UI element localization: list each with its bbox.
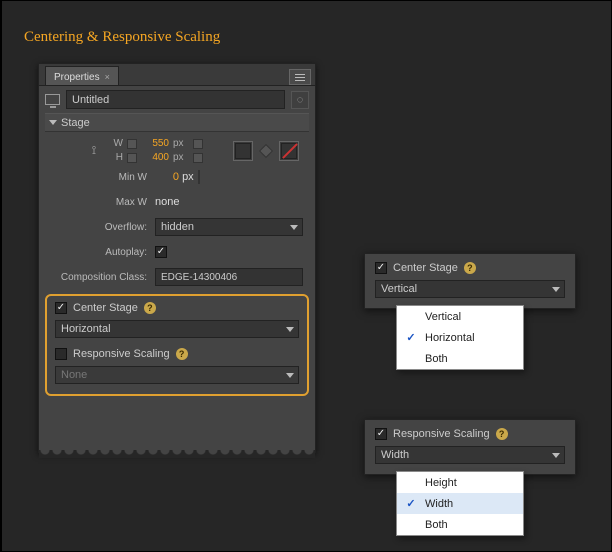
- check-icon: [397, 331, 425, 344]
- stage-label: Stage: [61, 117, 90, 129]
- responsive-select[interactable]: Width: [375, 446, 565, 464]
- option-height[interactable]: Height: [397, 472, 523, 493]
- width-label: W: [109, 138, 123, 149]
- panel-menu-icon[interactable]: [289, 69, 311, 85]
- diamond-icon[interactable]: [259, 143, 273, 157]
- document-title-input[interactable]: [66, 90, 285, 109]
- center-stage-select[interactable]: Horizontal: [55, 320, 299, 338]
- center-responsive-section: Center Stage ? Horizontal Responsive Sca…: [45, 294, 309, 396]
- overflow-value: hidden: [161, 221, 194, 233]
- autoplay-checkbox[interactable]: [155, 246, 167, 258]
- option-width[interactable]: Width: [397, 493, 523, 514]
- constrain-icon[interactable]: ⟟: [85, 143, 103, 158]
- center-stage-label: Center Stage: [393, 262, 458, 274]
- maxw-value[interactable]: none: [155, 196, 179, 208]
- responsive-label: Responsive Scaling: [73, 348, 170, 360]
- width-value[interactable]: 550: [141, 138, 169, 149]
- responsive-checkbox[interactable]: [375, 428, 387, 440]
- chevron-down-icon: [286, 327, 294, 332]
- stage-icon: [45, 94, 60, 105]
- maxw-label: Max W: [45, 197, 155, 208]
- chevron-down-icon: [290, 225, 298, 230]
- overflow-select[interactable]: hidden: [155, 218, 303, 236]
- autoplay-label: Autoplay:: [45, 247, 155, 258]
- center-stage-checkbox[interactable]: [375, 262, 387, 274]
- option-horizontal[interactable]: Horizontal: [397, 327, 523, 348]
- center-stage-checkbox[interactable]: [55, 302, 67, 314]
- center-stage-value: Vertical: [381, 283, 417, 295]
- chevron-down-icon: [552, 453, 560, 458]
- help-icon[interactable]: ?: [176, 348, 188, 360]
- responsive-popover: Responsive Scaling ? Width: [364, 419, 576, 475]
- panel-tabbar: Properties ×: [39, 64, 315, 86]
- close-icon[interactable]: ×: [105, 72, 110, 82]
- minw-value[interactable]: 0: [155, 171, 179, 183]
- responsive-checkbox[interactable]: [55, 348, 67, 360]
- no-fill-swatch[interactable]: [279, 141, 299, 161]
- minw-label: Min W: [45, 172, 155, 183]
- responsive-label: Responsive Scaling: [393, 428, 490, 440]
- bg-color-swatch[interactable]: [233, 141, 253, 161]
- tab-label: Properties: [54, 72, 100, 83]
- target-icon[interactable]: ◌: [291, 91, 309, 109]
- responsive-value: Width: [381, 449, 409, 461]
- stage-section-header[interactable]: Stage: [45, 113, 309, 132]
- minw-unit: px: [182, 171, 194, 183]
- page-title: Centering & Responsive Scaling: [24, 29, 220, 46]
- center-stage-label: Center Stage: [73, 302, 138, 314]
- width-keyframe-chip[interactable]: [127, 139, 137, 149]
- responsive-dropdown[interactable]: Height Width Both: [396, 471, 524, 536]
- responsive-value: None: [61, 369, 87, 381]
- width-toggle-chip[interactable]: [193, 139, 203, 149]
- height-toggle-chip[interactable]: [193, 153, 203, 163]
- center-stage-dropdown[interactable]: Vertical Horizontal Both: [396, 305, 524, 370]
- center-stage-select[interactable]: Vertical: [375, 280, 565, 298]
- check-icon: [397, 497, 425, 510]
- comp-class-label: Composition Class:: [45, 272, 155, 283]
- help-icon[interactable]: ?: [496, 428, 508, 440]
- height-unit: px: [173, 152, 189, 163]
- option-vertical[interactable]: Vertical: [397, 306, 523, 327]
- height-keyframe-chip[interactable]: [127, 153, 137, 163]
- minw-chip[interactable]: [198, 170, 200, 184]
- chevron-down-icon: [49, 120, 57, 125]
- height-value[interactable]: 400: [141, 152, 169, 163]
- properties-panel: Properties × ◌ Stage ⟟ W 550 px: [38, 63, 316, 453]
- chevron-down-icon: [286, 373, 294, 378]
- center-stage-value: Horizontal: [61, 323, 111, 335]
- help-icon[interactable]: ?: [144, 302, 156, 314]
- chevron-down-icon: [552, 287, 560, 292]
- option-both[interactable]: Both: [397, 348, 523, 369]
- width-unit: px: [173, 138, 189, 149]
- overflow-label: Overflow:: [45, 222, 155, 233]
- responsive-select: None: [55, 366, 299, 384]
- comp-class-input[interactable]: [155, 268, 303, 286]
- center-stage-popover: Center Stage ? Vertical: [364, 253, 576, 309]
- option-both[interactable]: Both: [397, 514, 523, 535]
- height-label: H: [109, 152, 123, 163]
- help-icon[interactable]: ?: [464, 262, 476, 274]
- tab-properties[interactable]: Properties ×: [45, 66, 119, 85]
